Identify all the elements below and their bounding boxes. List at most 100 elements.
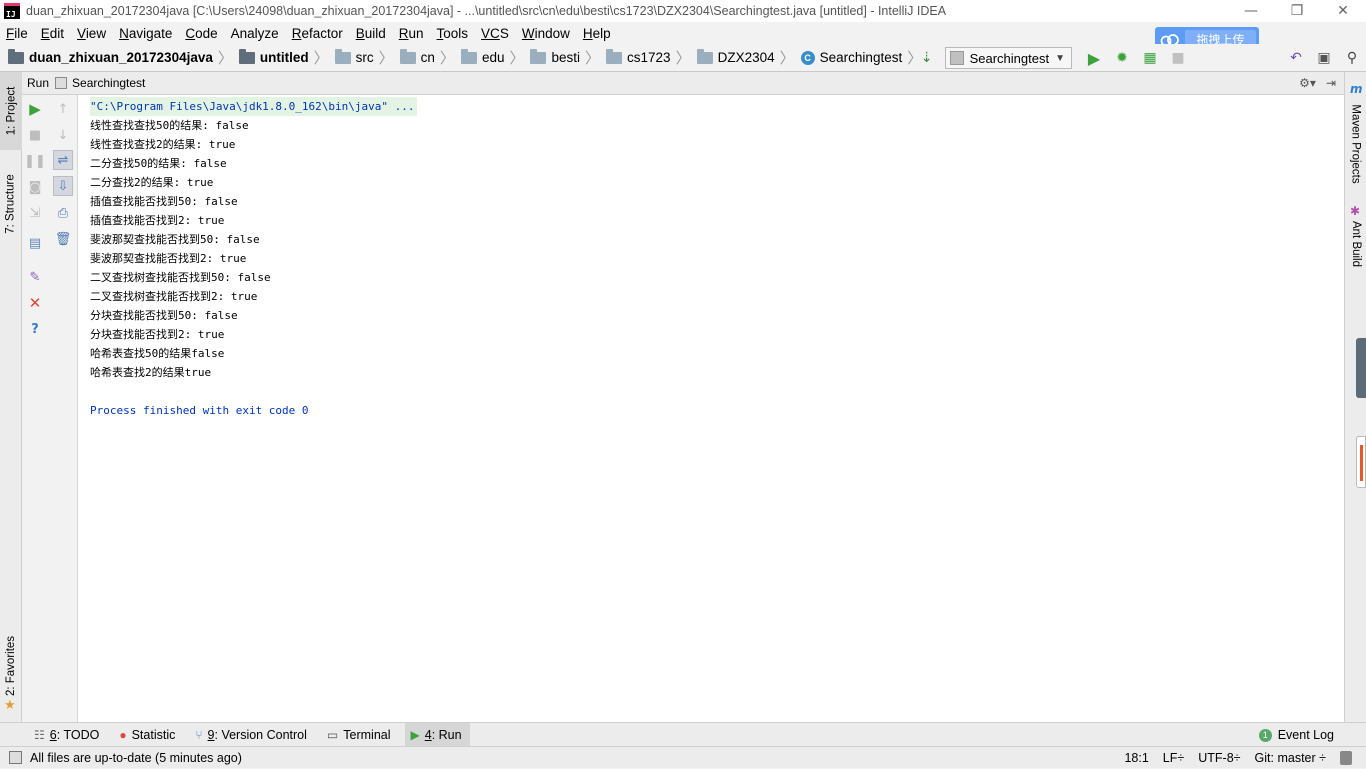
menu-analyze[interactable]: Analyze bbox=[231, 26, 279, 41]
tab-structure[interactable]: 7: Structure bbox=[0, 162, 22, 246]
console-command-line: "C:\Program Files\Java\jdk1.8.0_162\bin\… bbox=[90, 97, 417, 116]
event-log-label: Event Log bbox=[1277, 728, 1334, 742]
layout-icon[interactable]: ▤ bbox=[25, 233, 45, 253]
menu-help[interactable]: Help bbox=[583, 26, 611, 41]
stop-icon[interactable]: ■ bbox=[1167, 47, 1189, 69]
console-line: 插值查找能否找到50: false bbox=[90, 195, 238, 208]
window-title: duan_zhixuan_20172304java [C:\Users\2409… bbox=[26, 4, 947, 18]
side-marker bbox=[1356, 338, 1366, 398]
rerun-icon[interactable]: ▶ bbox=[25, 99, 45, 119]
menu-file[interactable]: File bbox=[6, 26, 28, 41]
tab-ant-build[interactable]: Ant Build bbox=[1345, 216, 1366, 272]
run-icon[interactable]: ▶ bbox=[1083, 47, 1105, 69]
tab-favorites[interactable]: 2: Favorites bbox=[0, 628, 22, 704]
file-encoding[interactable]: UTF-8÷ bbox=[1198, 751, 1240, 765]
stop-icon[interactable]: ■ bbox=[25, 125, 45, 145]
tab-project[interactable]: 1: Project bbox=[0, 72, 22, 150]
debug-icon[interactable]: ✹ bbox=[1111, 47, 1133, 69]
console-line: 哈希表查找50的结果false bbox=[90, 347, 225, 360]
run-tab-searchingtest[interactable]: Searchingtest bbox=[72, 76, 145, 90]
breadcrumb-module[interactable]: untitled bbox=[260, 50, 309, 65]
build-hammer-icon[interactable]: ⇣ bbox=[916, 47, 938, 69]
caret-position[interactable]: 18:1 bbox=[1124, 751, 1148, 765]
console-output[interactable]: "C:\Program Files\Java\jdk1.8.0_162\bin\… bbox=[78, 95, 1344, 722]
tab-ant-label: Ant Build bbox=[1350, 220, 1362, 268]
menu-code[interactable]: Code bbox=[185, 26, 217, 41]
lock-icon[interactable] bbox=[1340, 751, 1352, 765]
menu-vcs[interactable]: VCS bbox=[481, 26, 509, 41]
tab-project-label: 1: Project bbox=[5, 86, 18, 136]
config-icon bbox=[949, 51, 964, 65]
trash-icon[interactable]: 🗑 bbox=[53, 229, 73, 249]
arrow-up-icon[interactable]: ↑ bbox=[53, 99, 73, 119]
print-icon[interactable]: ⎙ bbox=[53, 203, 73, 223]
breadcrumb-cn[interactable]: cn bbox=[421, 50, 435, 65]
breadcrumb-src[interactable]: src bbox=[356, 50, 374, 65]
status-bar: All files are up-to-date (5 minutes ago)… bbox=[0, 746, 1366, 768]
minimize-button[interactable]: — bbox=[1228, 0, 1274, 22]
title-bar: IJ duan_zhixuan_20172304java [C:\Users\2… bbox=[0, 0, 1366, 22]
menu-build[interactable]: Build bbox=[356, 26, 386, 41]
console-actions-toolbar: ↑ ↓ ⇌ ⇩ ⎙ 🗑 bbox=[48, 95, 78, 722]
menu-edit[interactable]: Edit bbox=[41, 26, 64, 41]
tool-window-todo[interactable]: ☷ 6: TODO bbox=[28, 723, 107, 747]
breadcrumb-dzx2304[interactable]: DZX2304 bbox=[718, 50, 775, 65]
breadcrumb-edu[interactable]: edu bbox=[482, 50, 505, 65]
git-branch[interactable]: Git: master ÷ bbox=[1255, 751, 1326, 765]
tab-maven-projects[interactable]: Maven Projects bbox=[1345, 96, 1366, 192]
restore-button[interactable]: ❐ bbox=[1274, 0, 1320, 22]
breadcrumb-project[interactable]: duan_zhixuan_20172304java bbox=[29, 50, 213, 65]
undo-icon[interactable]: ↶ bbox=[1285, 47, 1307, 69]
tool-window-version-control[interactable]: ⑂ 9: Version Control bbox=[189, 723, 315, 747]
console-line: 分块查找能否找到2: true bbox=[90, 328, 225, 341]
event-log-button[interactable]: 1 Event Log bbox=[1258, 723, 1334, 747]
breadcrumb: duan_zhixuan_20172304java 〉 untitled 〉 s… bbox=[8, 47, 928, 68]
pause-icon[interactable]: ❚❚ bbox=[24, 151, 46, 171]
arrow-down-icon[interactable]: ↓ bbox=[53, 125, 73, 145]
package-folder-icon bbox=[696, 48, 713, 64]
console-exit-line: Process finished with exit code 0 bbox=[90, 404, 309, 417]
menu-refactor[interactable]: Refactor bbox=[292, 26, 343, 41]
intellij-logo-icon: IJ bbox=[4, 3, 20, 19]
search-icon[interactable]: ⚲ bbox=[1341, 47, 1363, 69]
menu-window[interactable]: Window bbox=[522, 26, 570, 41]
menu-view[interactable]: View bbox=[77, 26, 106, 41]
package-folder-icon bbox=[399, 48, 416, 64]
tool-windows-toggle-icon[interactable] bbox=[9, 751, 22, 764]
breadcrumb-class[interactable]: Searchingtest bbox=[820, 50, 903, 65]
breadcrumb-separator: 〉 bbox=[779, 50, 795, 67]
tab-favorites-label: 2: Favorites bbox=[5, 635, 18, 697]
tab-structure-label: 7: Structure bbox=[5, 174, 18, 234]
breadcrumb-separator: 〉 bbox=[675, 50, 691, 67]
run-tab-icon bbox=[55, 77, 68, 89]
settings-gear-icon[interactable]: ⚙▾ bbox=[1299, 76, 1316, 90]
package-folder-icon bbox=[606, 48, 623, 64]
line-separator[interactable]: LF÷ bbox=[1163, 751, 1184, 765]
hide-panel-icon[interactable]: ⇥ bbox=[1326, 76, 1336, 90]
src-folder-icon bbox=[334, 48, 351, 64]
project-structure-icon[interactable]: ▣ bbox=[1313, 47, 1335, 69]
scroll-to-end-icon[interactable]: ⇩ bbox=[53, 176, 73, 196]
star-icon: ★ bbox=[4, 698, 16, 713]
tool-window-run[interactable]: ▶ 4: Run bbox=[404, 722, 470, 747]
breadcrumb-besti[interactable]: besti bbox=[551, 50, 580, 65]
coverage-icon[interactable]: ▦ bbox=[1139, 47, 1161, 69]
close-button[interactable]: ✕ bbox=[1320, 0, 1366, 22]
help-icon[interactable]: ? bbox=[25, 319, 45, 339]
pin-icon[interactable]: ✎ bbox=[25, 267, 45, 287]
menu-run[interactable]: Run bbox=[399, 26, 424, 41]
tool-window-terminal[interactable]: ▭ Terminal bbox=[321, 723, 399, 747]
breadcrumb-cs1723[interactable]: cs1723 bbox=[627, 50, 671, 65]
close-icon[interactable]: ✕ bbox=[25, 293, 45, 313]
tool-window-bar: ☷ 6: TODO ● Statistic ⑂ 9: Version Contr… bbox=[0, 722, 1366, 747]
package-folder-icon bbox=[460, 48, 477, 64]
tool-window-statistic[interactable]: ● Statistic bbox=[113, 723, 183, 747]
soft-wrap-icon[interactable]: ⇌ bbox=[53, 150, 73, 170]
menu-tools[interactable]: Tools bbox=[437, 26, 469, 41]
run-configuration-select[interactable]: Searchingtest ▼ bbox=[944, 47, 1072, 69]
run-toolbar: ⇣ Searchingtest ▼ ▶ ✹ ▦ ■ ↶ ▣ ⚲ bbox=[913, 44, 1366, 72]
menu-navigate[interactable]: Navigate bbox=[119, 26, 172, 41]
camera-icon[interactable]: ◙ bbox=[25, 177, 45, 197]
exit-icon[interactable]: ⇲ bbox=[25, 203, 45, 223]
